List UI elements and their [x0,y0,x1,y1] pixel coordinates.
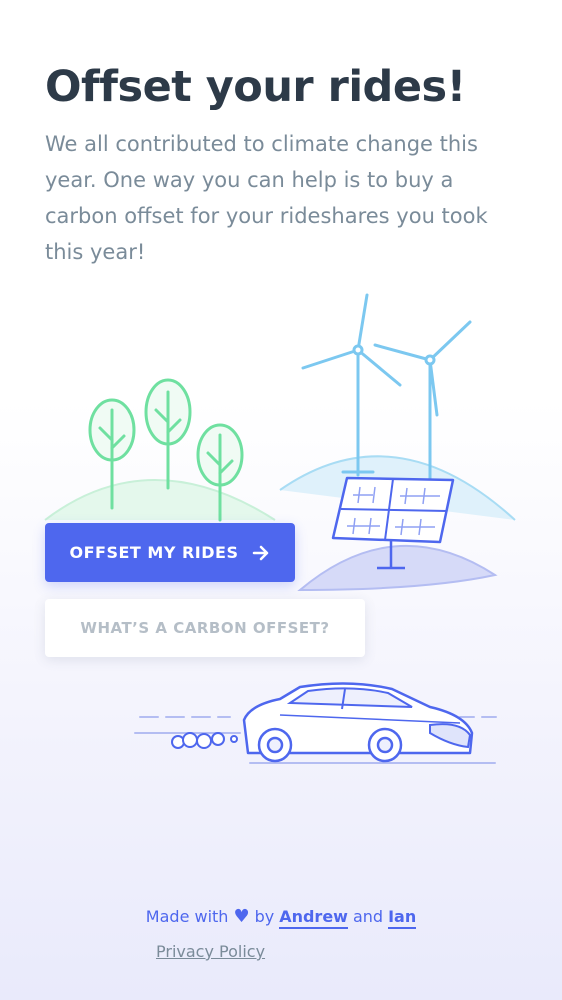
electric-car-illustration [134,682,501,764]
intro-text: We all contributed to climate change thi… [45,132,488,264]
author-andrew-link[interactable]: Andrew [279,907,348,929]
arrow-right-icon [253,545,269,560]
and-text: and [352,907,384,926]
page-title: Offset your rides! [45,62,466,112]
whats-a-carbon-offset-label: WHAT’S A CARBON OFFSET? [80,619,330,637]
footer-credits: Made with ♥ by Andrew and Ian [0,906,562,929]
by-text: by [254,907,275,926]
author-ian-link[interactable]: Ian [388,907,417,929]
made-with-text: Made with [145,907,229,926]
whats-a-carbon-offset-button[interactable]: WHAT’S A CARBON OFFSET? [45,599,365,657]
trees-illustration [44,378,276,522]
offset-my-rides-label: OFFSET MY RIDES [69,543,239,562]
renewable-energy-illustration [279,293,516,592]
privacy-policy-link[interactable]: Privacy Policy [156,942,265,961]
heart-icon: ♥ [233,906,250,927]
offset-my-rides-button[interactable]: OFFSET MY RIDES [45,523,295,582]
